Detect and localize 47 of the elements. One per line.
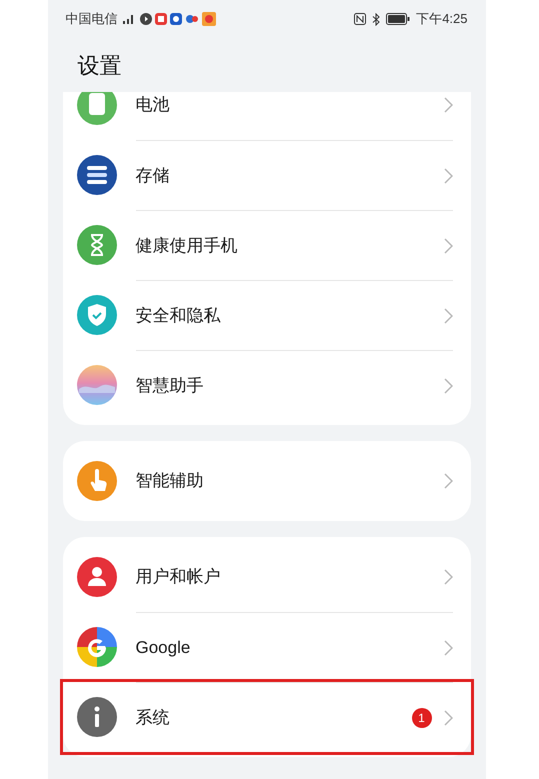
app-icon — [170, 13, 182, 25]
settings-item[interactable]: 电池 — [62, 92, 470, 140]
settings-item[interactable]: 系统 1 — [62, 682, 470, 752]
info-icon — [76, 697, 116, 737]
book-app-icon — [154, 13, 166, 25]
storage-icon — [76, 155, 116, 195]
carrier-name: 中国电信 — [66, 10, 118, 28]
item-label: 安全和隐私 — [136, 304, 222, 327]
clock-time: 下午4:25 — [416, 10, 468, 28]
g-logo-icon — [76, 627, 116, 667]
app-icon — [184, 13, 198, 25]
item-label: 存储 — [136, 164, 170, 187]
nfc-icon — [354, 13, 366, 25]
item-label: 系统 — [136, 706, 170, 729]
bluetooth-icon — [371, 12, 382, 26]
item-label: 健康使用手机 — [136, 234, 238, 257]
chevron-right-icon — [444, 97, 452, 113]
battery-status-icon — [386, 13, 410, 25]
item-label: 电池 — [136, 94, 170, 116]
hand-icon — [76, 461, 116, 501]
play-icon — [140, 13, 152, 25]
hourglass-icon — [76, 225, 116, 265]
chevron-right-icon — [444, 710, 452, 726]
shield-icon — [76, 295, 116, 335]
item-label: 智慧助手 — [136, 374, 204, 397]
gradient-orb-icon — [76, 365, 116, 405]
settings-item[interactable]: 健康使用手机 — [62, 210, 470, 280]
notification-count: 1 — [412, 708, 432, 728]
person-icon — [76, 557, 116, 597]
settings-item[interactable]: 存储 — [62, 140, 470, 210]
chevron-right-icon — [444, 569, 452, 585]
chevron-right-icon — [444, 378, 452, 394]
app-icon — [202, 12, 216, 26]
page-title: 设置 — [78, 52, 122, 80]
settings-item[interactable]: 安全和隐私 — [62, 280, 470, 350]
chevron-right-icon — [444, 640, 452, 656]
settings-item[interactable]: 智慧助手 — [62, 350, 470, 420]
item-label: 用户和帐户 — [136, 566, 222, 588]
item-label: Google — [136, 636, 192, 659]
settings-item[interactable]: Google — [62, 612, 470, 682]
settings-item[interactable]: 智能辅助 — [62, 446, 470, 516]
item-label: 智能辅助 — [136, 470, 204, 492]
chevron-right-icon — [444, 308, 452, 324]
chevron-right-icon — [444, 168, 452, 184]
settings-item[interactable]: 用户和帐户 — [62, 542, 470, 612]
chevron-right-icon — [444, 473, 452, 489]
chevron-right-icon — [444, 238, 452, 254]
